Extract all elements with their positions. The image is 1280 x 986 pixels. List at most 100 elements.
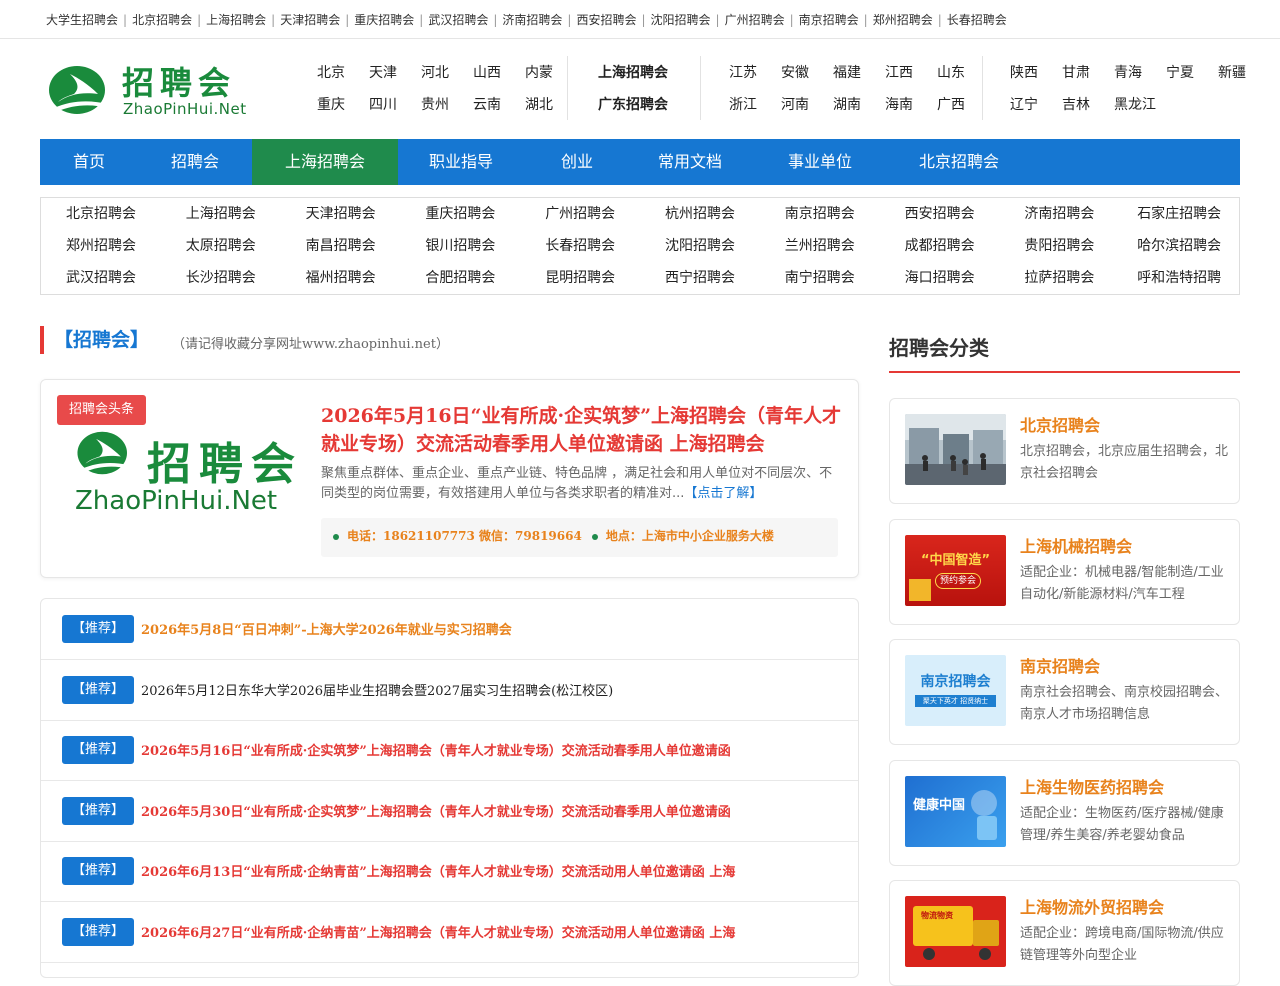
city-link[interactable]: 长春招聘会 <box>520 230 640 262</box>
recommend-link[interactable]: 2026年6月27日“业有所成·企纳青苗”上海招聘会（青年人才就业专场）交流活动… <box>141 922 735 941</box>
top-link[interactable]: 天津招聘会 <box>280 11 340 28</box>
city-link[interactable]: 北京招聘会 <box>41 198 161 230</box>
city-link[interactable]: 拉萨招聘会 <box>999 262 1119 294</box>
city-link[interactable]: 呼和浩特招聘 <box>1119 262 1239 294</box>
featured-link-guangdong[interactable]: 广东招聘会 <box>598 97 668 113</box>
sidebar-card-biomed[interactable]: 健康中国 上海生物医药招聘会 适配企业：生物医药/医疗器械/健康管理/养生美容/… <box>889 760 1240 866</box>
city-link[interactable]: 福州招聘会 <box>281 262 401 294</box>
province-link[interactable]: 甘肃 <box>1062 62 1090 82</box>
province-link[interactable]: 山西 <box>473 62 501 82</box>
list-item[interactable]: 【推荐】 2026年5月30日“业有所成·企实筑梦”上海招聘会（青年人才就业专场）… <box>41 781 858 842</box>
city-link[interactable]: 海口招聘会 <box>880 262 1000 294</box>
province-link[interactable]: 重庆 <box>317 94 345 114</box>
province-link[interactable]: 湖北 <box>525 94 553 114</box>
city-link[interactable]: 广州招聘会 <box>520 198 640 230</box>
top-link[interactable]: 郑州招聘会 <box>873 11 933 28</box>
city-link[interactable]: 杭州招聘会 <box>640 198 760 230</box>
nav-documents[interactable]: 常用文档 <box>630 139 750 185</box>
city-link[interactable]: 郑州招聘会 <box>41 230 161 262</box>
province-link[interactable]: 宁夏 <box>1166 62 1194 82</box>
nav-fairs[interactable]: 招聘会 <box>138 139 252 185</box>
province-link[interactable]: 四川 <box>369 94 397 114</box>
city-link[interactable]: 合肥招聘会 <box>400 262 520 294</box>
city-link[interactable]: 贵阳招聘会 <box>999 230 1119 262</box>
top-link[interactable]: 沈阳招聘会 <box>651 11 711 28</box>
top-link[interactable]: 大学生招聘会 <box>46 11 118 28</box>
city-link[interactable]: 上海招聘会 <box>161 198 281 230</box>
recommend-link[interactable]: 2026年5月30日“业有所成·企实筑梦”上海招聘会（青年人才就业专场）交流活动… <box>141 801 731 820</box>
province-link[interactable]: 广西 <box>937 94 965 114</box>
top-link[interactable]: 广州招聘会 <box>725 11 785 28</box>
top-link[interactable]: 上海招聘会 <box>206 11 266 28</box>
sidebar-card-nanjing[interactable]: 南京招聘会 聚天下英才 招贤纳士 南京招聘会 南京社会招聘会、南京校园招聘会、南… <box>889 639 1240 745</box>
province-link[interactable]: 浙江 <box>729 94 757 114</box>
recommend-link[interactable]: 2026年6月13日“业有所成·企纳青苗”上海招聘会（青年人才就业专场）交流活动… <box>141 861 735 880</box>
top-link[interactable]: 长春招聘会 <box>947 11 1007 28</box>
top-link[interactable]: 济南招聘会 <box>502 11 562 28</box>
province-link[interactable]: 黑龙江 <box>1114 94 1156 114</box>
province-link[interactable]: 新疆 <box>1218 62 1246 82</box>
list-item[interactable]: 【推荐】 2026年6月27日“业有所成·企纳青苗”上海招聘会（青年人才就业专场）… <box>41 902 858 963</box>
recommend-link[interactable]: 2026年5月16日“业有所成·企实筑梦”上海招聘会（青年人才就业专场）交流活动… <box>141 740 731 759</box>
city-link[interactable]: 南宁招聘会 <box>760 262 880 294</box>
city-link[interactable]: 兰州招聘会 <box>760 230 880 262</box>
featured-link-shanghai[interactable]: 上海招聘会 <box>598 65 668 81</box>
nav-shanghai-fairs[interactable]: 上海招聘会 <box>252 139 398 185</box>
top-link[interactable]: 武汉招聘会 <box>428 11 488 28</box>
province-link[interactable]: 湖南 <box>833 94 861 114</box>
city-link[interactable]: 长沙招聘会 <box>161 262 281 294</box>
list-item[interactable]: 【推荐】 2026年5月16日“业有所成·企实筑梦”上海招聘会（青年人才就业专场）… <box>41 720 858 781</box>
province-link[interactable]: 福建 <box>833 62 861 82</box>
province-link[interactable]: 贵州 <box>421 94 449 114</box>
top-link[interactable]: 北京招聘会 <box>132 11 192 28</box>
top-link[interactable]: 西安招聘会 <box>576 11 636 28</box>
city-link[interactable]: 昆明招聘会 <box>520 262 640 294</box>
nav-startup[interactable]: 创业 <box>524 139 630 185</box>
province-link[interactable]: 云南 <box>473 94 501 114</box>
list-item[interactable]: 【推荐】 2026年6月13日“业有所成·企纳青苗”上海招聘会（青年人才就业专场）… <box>41 841 858 902</box>
nav-career-guide[interactable]: 职业指导 <box>398 139 524 185</box>
province-link[interactable]: 河南 <box>781 94 809 114</box>
city-link[interactable]: 武汉招聘会 <box>41 262 161 294</box>
list-item[interactable]: 【推荐】 2026年5月8日“百日冲刺”-上海大学2026年就业与实习招聘会 <box>41 599 858 660</box>
city-link[interactable]: 银川招聘会 <box>400 230 520 262</box>
city-link[interactable]: 南昌招聘会 <box>281 230 401 262</box>
province-link[interactable]: 青海 <box>1114 62 1142 82</box>
nav-public-institutions[interactable]: 事业单位 <box>750 139 890 185</box>
top-link[interactable]: 重庆招聘会 <box>354 11 414 28</box>
city-link[interactable]: 西安招聘会 <box>880 198 1000 230</box>
learn-more-link[interactable]: 【点击了解】 <box>684 486 762 501</box>
province-link[interactable]: 辽宁 <box>1010 94 1038 114</box>
province-link[interactable]: 海南 <box>885 94 913 114</box>
province-link[interactable]: 北京 <box>317 62 345 82</box>
site-logo[interactable]: 招聘会 ZhaoPinHui.Net <box>48 60 248 122</box>
list-item[interactable]: 【推荐】 2026年5月12日东华大学2026届毕业生招聘会暨2027届实习生招聘… <box>41 660 858 721</box>
city-link[interactable]: 哈尔滨招聘会 <box>1119 230 1239 262</box>
city-link[interactable]: 成都招聘会 <box>880 230 1000 262</box>
city-link[interactable]: 南京招聘会 <box>760 198 880 230</box>
sidebar-card-beijing[interactable]: 北京招聘会 北京招聘会，北京应届生招聘会，北京社会招聘会 <box>889 398 1240 504</box>
city-link[interactable]: 重庆招聘会 <box>400 198 520 230</box>
recommend-link[interactable]: 2026年5月8日“百日冲刺”-上海大学2026年就业与实习招聘会 <box>141 619 512 638</box>
city-link[interactable]: 西宁招聘会 <box>640 262 760 294</box>
province-link[interactable]: 江西 <box>885 62 913 82</box>
headline-title-link[interactable]: 2026年5月16日“业有所成·企实筑梦”上海招聘会（青年人才就业专场）交流活动… <box>321 402 841 458</box>
city-link[interactable]: 天津招聘会 <box>281 198 401 230</box>
province-link[interactable]: 吉林 <box>1062 94 1090 114</box>
top-link[interactable]: 南京招聘会 <box>799 11 859 28</box>
province-link[interactable]: 江苏 <box>729 62 757 82</box>
sidebar-card-machinery[interactable]: “中国智造” 预约参会 上海机械招聘会 适配企业：机械电器/智能制造/工业自动化… <box>889 519 1240 625</box>
recommend-link[interactable]: 2026年5月12日东华大学2026届毕业生招聘会暨2027届实习生招聘会(松江… <box>141 680 613 699</box>
city-link[interactable]: 济南招聘会 <box>999 198 1119 230</box>
province-link[interactable]: 山东 <box>937 62 965 82</box>
nav-home[interactable]: 首页 <box>40 139 138 185</box>
province-link[interactable]: 内蒙 <box>525 62 553 82</box>
sidebar-card-logistics[interactable]: 物流物资 上海物流外贸招聘会 适配企业：跨境电商/国际物流/供应链管理等外向型企… <box>889 880 1240 986</box>
city-link[interactable]: 石家庄招聘会 <box>1119 198 1239 230</box>
nav-beijing-fairs[interactable]: 北京招聘会 <box>890 139 1028 185</box>
province-link[interactable]: 河北 <box>421 62 449 82</box>
province-link[interactable]: 安徽 <box>781 62 809 82</box>
city-link[interactable]: 沈阳招聘会 <box>640 230 760 262</box>
headline-card[interactable]: 招聘会 ZhaoPinHui.Net 招聘会头条 2026年5月16日“业有所成… <box>40 379 859 578</box>
province-link[interactable]: 陕西 <box>1010 62 1038 82</box>
